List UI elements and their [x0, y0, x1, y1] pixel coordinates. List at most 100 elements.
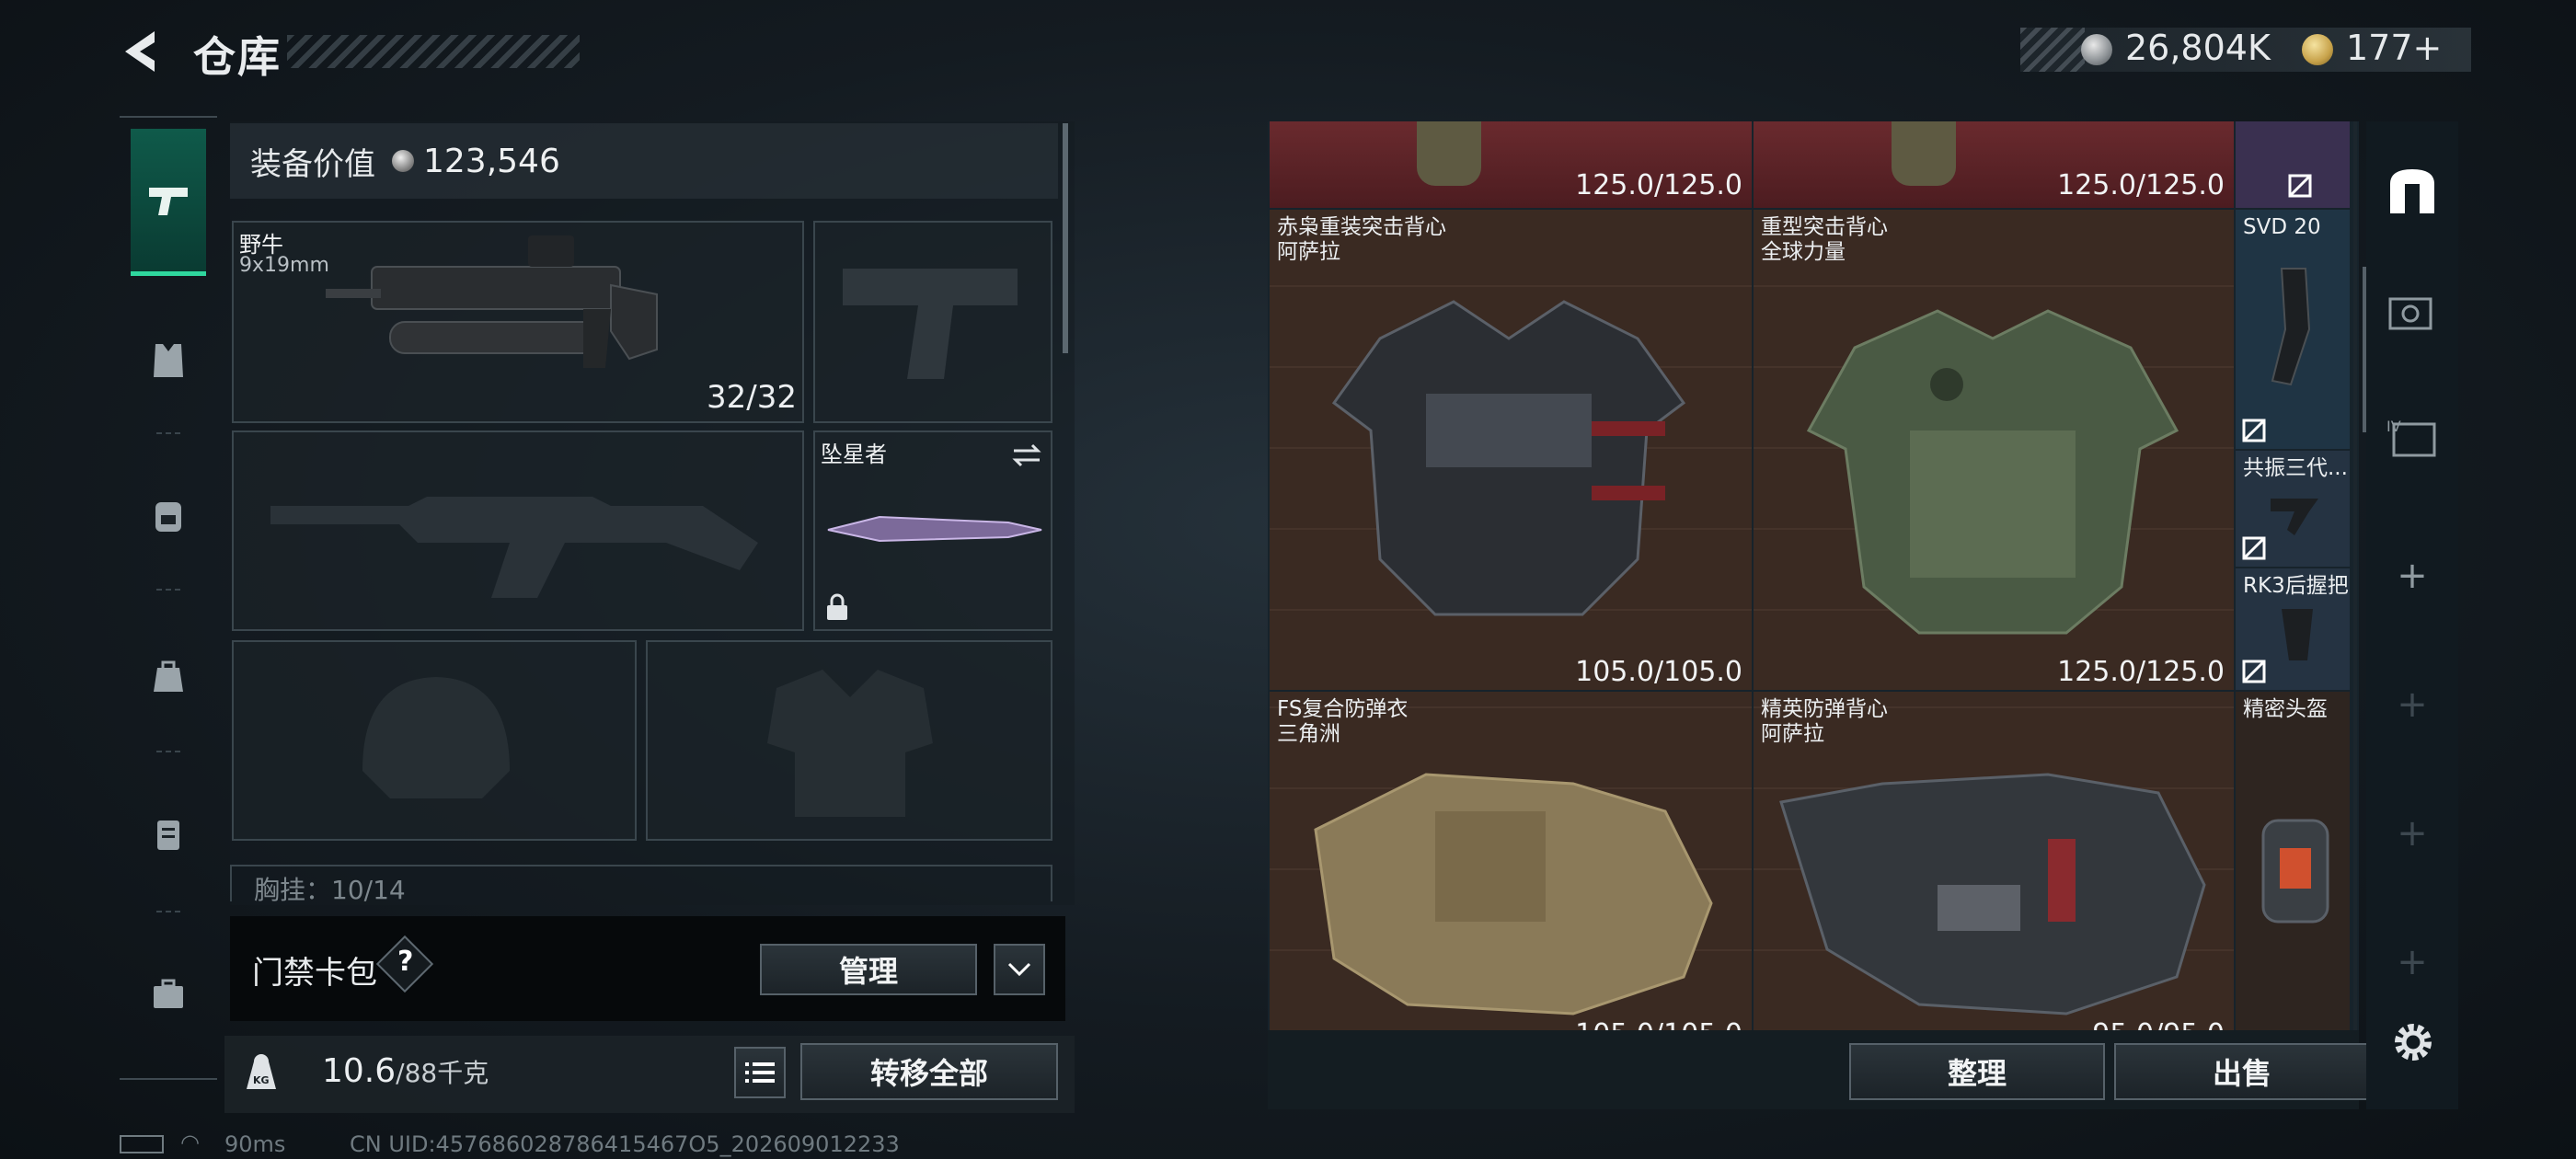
no-sell-icon [2242, 660, 2266, 683]
assault-vest-icon [1806, 309, 2179, 635]
currency-decoration [2020, 28, 2085, 72]
stash-item-top2[interactable]: 125.0/125.0 [1754, 121, 2234, 208]
nav-armor-tab[interactable] [131, 324, 206, 397]
stash-page-3[interactable]: IV [2379, 405, 2445, 471]
list-view-button[interactable] [734, 1047, 786, 1098]
uid-display: CN UID:457686028786415467O5_202609012233 [350, 1131, 900, 1157]
composite-armor-icon [1314, 773, 1713, 1016]
elite-armor-icon [1779, 773, 2206, 1016]
item-durability: 95.0/95.0 [2092, 1018, 2225, 1030]
plus-icon: + [2397, 941, 2428, 983]
gold-coin-icon [2302, 34, 2333, 65]
equipment-scrollbar[interactable] [1063, 123, 1068, 353]
armor-slot[interactable] [646, 640, 1052, 841]
primary-weapon-slot[interactable]: 野牛 9x19mm 32/32 [232, 221, 804, 423]
item-durability: 125.0/125.0 [2057, 656, 2225, 688]
secondary-weapon-slot[interactable] [232, 430, 804, 631]
stash-page-bar: IV + + + + [2366, 121, 2458, 1109]
melee-slot[interactable]: 坠星者 [813, 430, 1052, 631]
transfer-all-button[interactable]: 转移全部 [800, 1043, 1058, 1100]
pistol-slot[interactable] [813, 221, 1052, 423]
bag-icon [154, 660, 183, 692]
no-sell-icon [2242, 536, 2266, 560]
lock-icon [827, 593, 847, 620]
stash-item-grip2[interactable]: RK3后握把 [2236, 568, 2350, 690]
grip-icon [2271, 499, 2318, 535]
add-stash-button[interactable]: + [2379, 671, 2445, 738]
sell-button[interactable]: 出售 [2114, 1043, 2370, 1100]
manage-button[interactable]: 管理 [760, 944, 977, 995]
item-name: 精密头盔 [2243, 697, 2328, 721]
nav-case-tab[interactable] [131, 797, 206, 870]
sort-button[interactable]: 整理 [1849, 1043, 2105, 1100]
knife-icon [827, 515, 1042, 543]
weight-display: 10.6/88千克 [322, 1052, 489, 1090]
nav-bag-tab[interactable] [131, 638, 206, 712]
stash-item-mag[interactable]: SVD 20 [2236, 210, 2350, 449]
nav-items [120, 0, 217, 1159]
rear-grip-icon [2282, 609, 2313, 660]
vault-icon [2388, 297, 2432, 330]
stash-grid: 125.0/125.0 125.0/125.0 赤枭重装突击背心 阿萨拉 105… [1270, 121, 2350, 1030]
stash-item-vest2[interactable]: 重型突击背心 全球力量 125.0/125.0 [1754, 210, 2234, 690]
wifi-icon: ◠ [180, 1130, 200, 1155]
chest-rig-label: 胸挂：10/14 [254, 875, 406, 905]
gear-icon [2395, 1024, 2432, 1061]
nav-toolbox-tab[interactable] [131, 957, 206, 1030]
stash-page-1[interactable] [2379, 158, 2445, 224]
stash-item-helmet[interactable]: 精密头盔 [2236, 692, 2350, 1030]
silver-currency: 26,804K [2125, 28, 2271, 68]
stash-item-armor2[interactable]: 精英防弹背心 阿萨拉 95.0/95.0 [1754, 692, 2234, 1030]
stash-item-armor1[interactable]: FS复合防弹衣 三角洲 105.0/105.0 [1270, 692, 1752, 1030]
vest-item-icon [1417, 121, 1481, 186]
equipment-value-bar: 装备价值 123,546 [230, 123, 1058, 199]
nav-backpack-tab[interactable] [131, 478, 206, 552]
stash-item-top1[interactable]: 125.0/125.0 [1270, 121, 1752, 208]
stash-page-2[interactable] [2379, 281, 2445, 348]
chest-rig-slot[interactable]: 胸挂：10/14 [230, 865, 1052, 905]
melee-name: 坠星者 [821, 442, 887, 467]
add-stash-button[interactable]: + [2379, 800, 2445, 866]
vest-item-icon [1892, 121, 1956, 186]
settings-button[interactable] [2388, 1017, 2438, 1067]
stash-item-vest1[interactable]: 赤枭重装突击背心 阿萨拉 105.0/105.0 [1270, 210, 1752, 690]
toolbox-icon [154, 979, 183, 1008]
plus-icon: + [2397, 555, 2428, 597]
add-stash-button[interactable]: + [2379, 543, 2445, 609]
item-name: 赤枭重装突击背心 阿萨拉 [1277, 215, 1446, 264]
swap-icon[interactable] [1010, 442, 1043, 469]
helmet-slot[interactable] [232, 640, 637, 841]
chevron-down-icon [1007, 962, 1031, 977]
silver-coin-icon [2081, 34, 2112, 65]
gold-currency[interactable]: 177+ [2346, 28, 2442, 68]
item-name: 重型突击背心 全球力量 [1761, 215, 1888, 264]
stash-item-grip1[interactable]: 共振三代... [2236, 451, 2350, 567]
access-card-bar: 门禁卡包 ? 管理 [230, 916, 1065, 1021]
plus-icon: + [2397, 812, 2428, 855]
smg-weapon-icon [326, 235, 658, 368]
battery-icon [120, 1135, 164, 1153]
add-stash-button[interactable]: + [2379, 929, 2445, 995]
stash-item-top3[interactable] [2236, 121, 2350, 208]
armor-silhouette-icon [767, 670, 933, 817]
item-name: SVD 20 [2243, 215, 2321, 239]
rifle-silhouette-icon [270, 497, 758, 598]
pistol-silhouette-icon [843, 269, 1018, 379]
stash-scroll-track [2353, 121, 2357, 1030]
item-name: FS复合防弹衣 三角洲 [1277, 697, 1409, 746]
stash-home-icon [2390, 169, 2434, 213]
item-name: 精英防弹背心 阿萨拉 [1761, 697, 1888, 746]
plus-icon: + [2397, 683, 2428, 726]
equipment-value-label: 装备价值 [250, 145, 375, 183]
weight-max: /88千克 [396, 1058, 489, 1088]
weight-icon: KG [241, 1052, 282, 1093]
vault-iv-icon: IV [2386, 418, 2436, 457]
ammo-count: 32/32 [707, 379, 797, 416]
svg-text:IV: IV [2386, 418, 2401, 435]
expand-button[interactable] [994, 944, 1045, 995]
precision-helmet-icon [2261, 819, 2329, 924]
backpack-icon [155, 502, 181, 532]
silver-coin-icon [392, 150, 414, 172]
item-durability: 125.0/125.0 [1575, 169, 1742, 201]
no-sell-icon [2288, 174, 2312, 198]
